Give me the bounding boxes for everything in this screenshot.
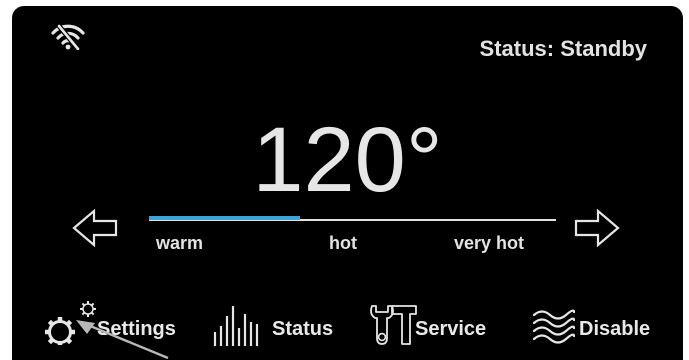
temperature-slider-fill (149, 216, 300, 220)
nav-service-label: Service (415, 317, 487, 340)
waves-icon (532, 309, 575, 344)
nav-service-button[interactable]: Service (367, 305, 487, 347)
arrow-right-icon[interactable] (574, 208, 620, 248)
nav-disable-label: Disable (579, 317, 651, 340)
bars-icon (213, 306, 259, 346)
level-label-very-hot: very hot (454, 233, 525, 253)
arrow-left-icon[interactable] (72, 208, 118, 248)
status-text: Status: Standby (479, 36, 647, 61)
nav-disable-button[interactable]: Disable (531, 309, 651, 347)
nav-status-button[interactable]: Status (212, 306, 334, 347)
level-label-hot: hot (329, 233, 357, 253)
pointer-arrow-icon (76, 320, 169, 360)
temperature-readout: 120° (252, 109, 443, 211)
wifi-off-icon (51, 24, 85, 50)
tools-icon (370, 305, 417, 345)
level-label-warm: warm (156, 233, 204, 253)
device-screen: Status: Standby 120° warm hot very hot S… (12, 6, 683, 360)
nav-status-label: Status (272, 317, 334, 340)
